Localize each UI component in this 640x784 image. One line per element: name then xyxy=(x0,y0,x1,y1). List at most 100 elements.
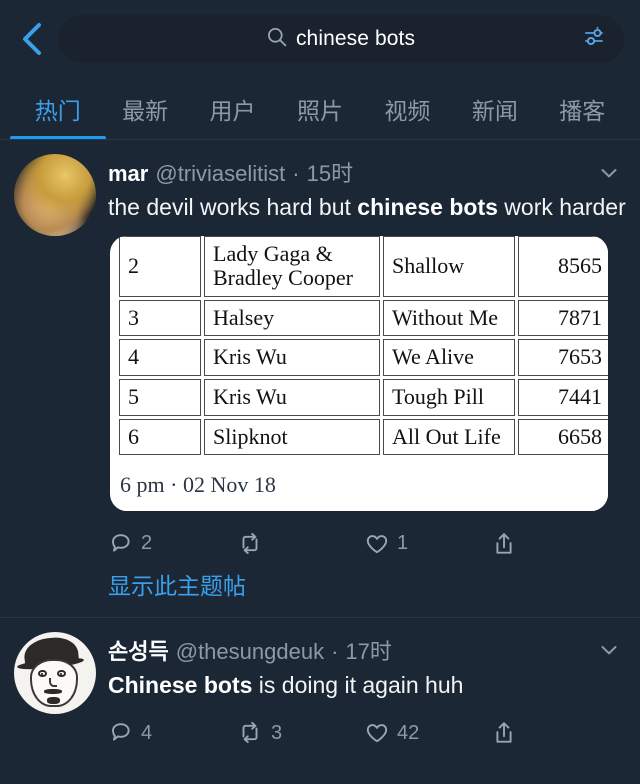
tab-news-label: 新闻 xyxy=(471,98,518,124)
tweet-text-highlight: Chinese bots xyxy=(108,671,253,698)
top-search-bar: chinese bots xyxy=(0,0,640,78)
tab-people[interactable]: 用户 xyxy=(189,92,276,140)
back-button[interactable] xyxy=(10,17,54,61)
user-handle[interactable]: @triviaselitist xyxy=(155,161,285,187)
tab-latest-label: 最新 xyxy=(122,98,169,124)
cell-rank: 3 xyxy=(119,299,201,337)
search-icon xyxy=(267,27,287,52)
tab-news[interactable]: 新闻 xyxy=(451,92,538,140)
share-button[interactable] xyxy=(492,720,620,746)
tweet-text-highlight: chinese bots xyxy=(357,194,498,220)
table-row: 2 Lady Gaga & Bradley Cooper Shallow 856… xyxy=(119,235,608,297)
cell-plays: 7653 xyxy=(518,339,608,377)
cell-rank: 2 xyxy=(119,235,201,297)
retweet-count: 3 xyxy=(271,721,283,744)
share-button[interactable] xyxy=(492,531,620,557)
cell-rank: 5 xyxy=(119,379,201,416)
chevron-down-icon xyxy=(597,638,621,667)
cell-plays: 7871 xyxy=(518,299,608,337)
cell-title: All Out Life xyxy=(383,418,515,456)
tweet-text-tail: work harder xyxy=(497,194,626,220)
tab-broadcasts[interactable]: 播客 xyxy=(539,92,626,140)
tweet-text: the devil works hard but chinese bots wo… xyxy=(108,192,626,223)
search-filter-button[interactable] xyxy=(580,24,610,54)
cell-artist: Lady Gaga & Bradley Cooper xyxy=(204,235,380,297)
cell-plays: 7441 xyxy=(518,379,608,416)
display-name[interactable]: mar xyxy=(108,161,148,187)
avatar-image xyxy=(14,631,96,714)
tab-top[interactable]: 热门 xyxy=(14,92,101,140)
tweet-header: 손성득 @thesungdeuk · 17时 xyxy=(108,634,626,666)
like-count: 1 xyxy=(397,532,409,555)
cell-plays: 8565 xyxy=(518,235,608,297)
tweet-text-plain: the devil works hard but xyxy=(108,194,358,220)
heart-icon xyxy=(364,531,390,557)
retweet-icon xyxy=(236,720,264,746)
display-name[interactable]: 손성득 xyxy=(108,634,169,666)
like-count: 42 xyxy=(397,721,420,744)
cell-title: Tough Pill xyxy=(383,379,515,416)
tweet-item[interactable]: mar @triviaselitist · 15时 the devil work… xyxy=(0,140,640,617)
tweet-actions: 2 1 xyxy=(108,511,626,563)
tab-latest[interactable]: 最新 xyxy=(101,92,188,140)
cell-plays: 6658 xyxy=(518,418,608,456)
tab-videos[interactable]: 视频 xyxy=(364,92,451,140)
table-row: 5 Kris Wu Tough Pill 7441 xyxy=(119,379,608,416)
chevron-down-icon xyxy=(597,161,621,190)
avatar-image xyxy=(14,154,96,236)
table-row: 3 Halsey Without Me 7871 xyxy=(119,299,608,337)
tab-broadcasts-label: 播客 xyxy=(559,98,606,124)
tab-top-label: 热门 xyxy=(34,98,81,124)
share-up-arrow-icon xyxy=(492,720,516,746)
avatar[interactable] xyxy=(14,631,96,714)
table-row: 6 Slipknot All Out Life 6658 xyxy=(119,418,608,456)
search-content: chinese bots xyxy=(267,27,415,52)
reply-bubble-icon xyxy=(108,531,134,557)
tweet-overflow-button[interactable] xyxy=(596,640,622,666)
reply-count: 2 xyxy=(141,532,153,555)
tweet-item[interactable]: 손성득 @thesungdeuk · 17时 Chinese bots is d… xyxy=(0,616,640,753)
show-thread-link[interactable]: 显示此主题帖 xyxy=(108,563,626,617)
reply-button[interactable]: 2 xyxy=(108,531,236,557)
tweet-actions: 4 3 42 xyxy=(108,700,626,752)
like-button[interactable]: 1 xyxy=(364,531,492,557)
tweet-media-card[interactable]: 2 Lady Gaga & Bradley Cooper Shallow 856… xyxy=(110,235,608,511)
tab-people-label: 用户 xyxy=(209,98,256,124)
cell-title: Without Me xyxy=(383,299,515,337)
heart-icon xyxy=(364,720,390,746)
cell-title: We Alive xyxy=(383,339,515,377)
avatar-nose xyxy=(49,678,57,688)
timestamp: 17时 xyxy=(345,638,392,664)
chart-table: 2 Lady Gaga & Bradley Cooper Shallow 856… xyxy=(116,235,608,459)
cell-rank: 6 xyxy=(119,418,201,456)
reply-count: 4 xyxy=(141,721,153,744)
tab-photos[interactable]: 照片 xyxy=(276,92,363,140)
cell-artist: Halsey xyxy=(204,299,380,337)
timestamp: 15时 xyxy=(306,161,354,186)
settings-sliders-icon xyxy=(582,24,608,55)
tab-videos-label: 视频 xyxy=(384,98,431,124)
avatar[interactable] xyxy=(14,154,96,236)
search-field[interactable]: chinese bots xyxy=(58,15,624,63)
tweet-header: mar @triviaselitist · 15时 xyxy=(108,156,626,188)
tweet-overflow-button[interactable] xyxy=(596,162,622,188)
retweet-icon xyxy=(236,531,264,557)
reply-button[interactable]: 4 xyxy=(108,720,236,746)
user-handle[interactable]: @thesungdeuk xyxy=(176,639,324,665)
search-input-value[interactable]: chinese bots xyxy=(296,27,415,51)
meta-separator: · xyxy=(292,161,300,186)
tab-photos-label: 照片 xyxy=(296,98,343,124)
tweet-body: 손성득 @thesungdeuk · 17时 Chinese bots is d… xyxy=(108,632,626,753)
twitter-search-screen: chinese bots 热门 最新 用户 照片 视频 新闻 播客 mar @t… xyxy=(0,0,640,784)
cell-rank: 4 xyxy=(119,339,201,377)
cell-artist: Slipknot xyxy=(204,418,380,456)
chevron-left-icon xyxy=(19,22,45,56)
retweet-button[interactable] xyxy=(236,531,364,557)
embedded-timestamp: 6 pm · 02 Nov 18 xyxy=(120,472,276,498)
embedded-screenshot: 2 Lady Gaga & Bradley Cooper Shallow 856… xyxy=(116,235,608,511)
like-button[interactable]: 42 xyxy=(364,720,492,746)
reply-bubble-icon xyxy=(108,720,134,746)
retweet-button[interactable]: 3 xyxy=(236,720,364,746)
cell-title: Shallow xyxy=(383,235,515,297)
share-up-arrow-icon xyxy=(492,531,516,557)
